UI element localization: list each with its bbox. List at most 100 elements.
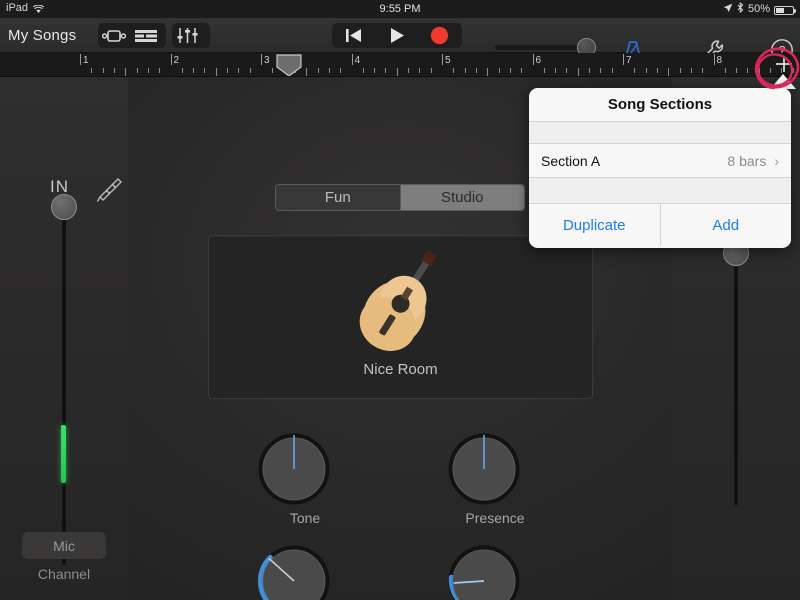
- add-button[interactable]: Add: [659, 204, 792, 246]
- input-level-slider[interactable]: [62, 205, 66, 565]
- ruler-tick: [679, 68, 681, 73]
- ruler-bar-label: 5: [445, 55, 451, 66]
- section-row-title: Section A: [541, 152, 601, 169]
- ruler-tick: [181, 68, 183, 73]
- segment-studio[interactable]: Studio: [399, 185, 524, 210]
- ruler-tick: [249, 68, 251, 73]
- ruler-bar-line: [80, 54, 81, 65]
- ruler-tick: [487, 68, 489, 76]
- instrument-view-icon[interactable]: [98, 23, 130, 48]
- ruler-tick: [215, 68, 217, 76]
- ruler-tick: [566, 68, 568, 73]
- mixer-faders-icon[interactable]: [172, 23, 204, 48]
- ruler-tick: [475, 68, 477, 73]
- ruler-tick: [747, 68, 749, 73]
- ruler-tick: [91, 68, 93, 73]
- input-channel-strip: IN Mic Channel: [0, 77, 128, 600]
- my-songs-button[interactable]: My Songs: [8, 27, 76, 44]
- ruler-tick: [736, 68, 738, 73]
- ruler-tick: [396, 68, 398, 76]
- ruler-bar-label: 8: [716, 55, 723, 66]
- status-bar: iPad 9:55 PM 50%: [0, 0, 800, 18]
- section-row-a[interactable]: Section A 8 bars ›: [529, 144, 791, 178]
- ruler-tick: [340, 68, 342, 73]
- ruler-tick: [498, 68, 500, 73]
- ruler-bar-line: [713, 54, 715, 65]
- rewind-button[interactable]: [332, 23, 375, 48]
- ruler-tick: [645, 68, 647, 73]
- popover-spacer-top: [529, 122, 791, 144]
- mixer-fx-group: [172, 23, 210, 48]
- knob-room-dial[interactable]: [447, 544, 543, 600]
- ruler-tick: [453, 68, 455, 73]
- transport-controls: [332, 23, 462, 48]
- ruler-tick: [102, 68, 104, 73]
- battery-icon: [774, 5, 796, 15]
- chevron-right-icon: ›: [774, 152, 779, 169]
- playhead-marker[interactable]: [276, 54, 302, 76]
- song-sections-popover: Song Sections Section A 8 bars › Duplica…: [529, 88, 791, 248]
- play-button[interactable]: [375, 23, 418, 48]
- ruler-tick: [577, 68, 579, 76]
- ruler-tick: [656, 68, 658, 73]
- preset-panel[interactable]: Nice Room: [208, 235, 593, 399]
- amp-mode-segmented-control[interactable]: Fun Studio: [275, 184, 525, 211]
- segment-fun[interactable]: Fun: [276, 185, 400, 210]
- knob-tone-label: Tone: [289, 510, 321, 526]
- knob-tone-dial[interactable]: [257, 432, 353, 511]
- ruler-tick: [690, 68, 692, 73]
- ruler-tick: [509, 68, 511, 73]
- ruler-tick: [227, 68, 229, 73]
- channel-label: Channel: [37, 566, 91, 582]
- timeline-ruler[interactable]: 1 2 3 4 5 6 7 8: [0, 53, 800, 77]
- ruler-bar-line: [623, 54, 624, 65]
- status-bar-right: 50%: [723, 1, 796, 16]
- ruler-tick: [770, 68, 772, 73]
- knob-presence-label: Presence: [465, 510, 525, 526]
- ruler-tick: [125, 68, 127, 76]
- status-bar-time: 9:55 PM: [379, 3, 421, 15]
- ruler-tick: [611, 68, 613, 73]
- preset-name: Nice Room: [363, 361, 438, 378]
- knob-room[interactable]: Room: [447, 544, 543, 600]
- ruler-bar-line: [351, 54, 353, 65]
- knob-presence-dial[interactable]: [447, 432, 543, 511]
- ruler-tick: [238, 68, 240, 73]
- audio-cable-icon[interactable]: [94, 175, 124, 205]
- record-button[interactable]: [418, 23, 461, 48]
- duplicate-button[interactable]: Duplicate: [529, 204, 660, 246]
- ruler-tick: [430, 68, 432, 73]
- ruler-tick: [362, 68, 364, 73]
- ruler-tick: [521, 68, 523, 73]
- input-level-meter: [61, 425, 66, 483]
- knob-compressor[interactable]: Compressor: [257, 544, 353, 600]
- ruler-tick: [702, 68, 704, 73]
- view-toggle-group: [98, 23, 166, 48]
- ruler-tick: [272, 68, 274, 73]
- section-row-length: 8 bars: [727, 152, 767, 169]
- input-level-knob[interactable]: [51, 194, 77, 220]
- ruler-bar-line: [261, 54, 262, 65]
- ruler-tick: [136, 68, 138, 73]
- add-section-button[interactable]: [774, 54, 794, 74]
- knob-compressor-dial[interactable]: [257, 544, 353, 600]
- garageband-app: iPad 9:55 PM 50% My Songs ? 1 2 3 4 5 6 …: [0, 0, 800, 600]
- knob-presence[interactable]: Presence: [447, 432, 543, 526]
- ruler-tick: [408, 68, 410, 73]
- ruler-tick: [555, 68, 557, 73]
- bluetooth-icon: [737, 1, 744, 16]
- popover-arrow: [770, 74, 796, 89]
- ruler-tick: [204, 68, 206, 73]
- ruler-tick: [589, 68, 591, 73]
- ruler-tick: [758, 68, 760, 76]
- knob-tone[interactable]: Tone: [257, 432, 353, 526]
- ruler-tick: [113, 68, 115, 73]
- ruler-tick: [193, 68, 195, 73]
- tracks-view-icon[interactable]: [130, 23, 162, 48]
- ruler-bar-line: [442, 54, 443, 65]
- master-volume-slider[interactable]: [495, 38, 596, 57]
- ruler-bar-label: 2: [173, 55, 180, 66]
- channel-button[interactable]: Mic: [22, 532, 106, 559]
- ruler-tick: [385, 68, 387, 73]
- ruler-tick: [543, 68, 545, 73]
